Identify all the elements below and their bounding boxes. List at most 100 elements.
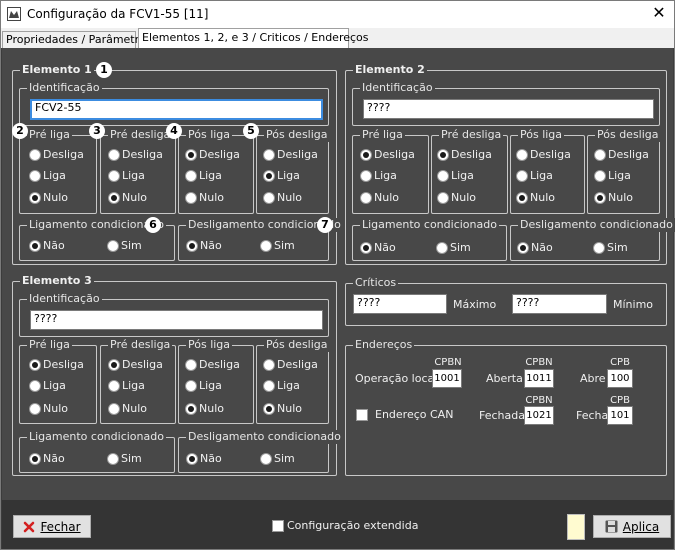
elemento1-ligamento-nao-radio[interactable]: Não (29, 239, 65, 252)
elemento3-pos-desliga-liga-radio[interactable]: Liga (263, 379, 300, 392)
pos-desliga-label: Pós desliga (264, 128, 330, 142)
elemento2-pre-liga-liga-radio[interactable]: Liga (360, 169, 397, 182)
elemento2-identificacao-label: Identificação (360, 81, 435, 95)
elemento3-pos-liga-liga-radio[interactable]: Liga (185, 379, 222, 392)
title-bar: Configuração da FCV1-55 [11] ✕ (1, 1, 674, 28)
pre-desliga-label: Pré desliga (108, 338, 173, 352)
elemento2-pos-desliga-nulo-radio[interactable]: Nulo (594, 191, 633, 204)
elemento1-pre-liga-desliga-radio[interactable]: Desliga (29, 148, 84, 161)
dialog-window: Configuração da FCV1-55 [11] ✕ Proprieda… (0, 0, 675, 550)
enderecos-title: Endereços (353, 338, 415, 352)
criticos-maximo-label: Máximo (453, 298, 497, 311)
elemento3-pre-liga-liga-radio[interactable]: Liga (29, 379, 66, 392)
aberta-input[interactable]: 1011 (524, 369, 554, 388)
elemento3-identificacao-input[interactable]: ???? (30, 310, 323, 330)
elemento3-pre-desliga-nulo-radio[interactable]: Nulo (108, 402, 147, 415)
elemento3-pre-desliga-desliga-radio[interactable]: Desliga (108, 358, 163, 371)
elemento1-pos-desliga-liga-radio[interactable]: Liga (263, 169, 300, 182)
elemento1-identificacao-input[interactable]: FCV2-55 (30, 99, 323, 120)
badge-2: 2 (12, 123, 28, 139)
tab-propriedades[interactable]: Propriedades / Parâmetros (2, 31, 151, 49)
configuracao-extendida-box[interactable] (272, 519, 284, 532)
aplica-button[interactable]: Aplica (593, 515, 671, 538)
pos-desliga-label: Pós desliga (595, 128, 661, 142)
operacao-local-input[interactable]: 1001 (432, 369, 462, 388)
elemento2-identificacao-input[interactable]: ???? (363, 99, 654, 119)
elemento1-pre-liga-nulo-radio[interactable]: Nulo (29, 191, 68, 204)
fechada-input[interactable]: 1021 (524, 406, 554, 425)
elemento2-ligamento-sim-radio[interactable]: Sim (436, 241, 471, 254)
save-icon (605, 520, 618, 533)
criticos-maximo-input[interactable]: ???? (353, 294, 447, 314)
pre-desliga-label: Pré desliga (108, 128, 173, 142)
elemento3-ligamento-sim-radio[interactable]: Sim (107, 452, 142, 465)
configuracao-extendida-checkbox[interactable]: Configuração extendida (272, 519, 418, 532)
endereco-can-box[interactable] (356, 408, 368, 421)
elemento1-identificacao-label: Identificação (27, 81, 102, 95)
tab-elementos[interactable]: Elementos 1, 2, e 3 / Criticos / Endereç… (138, 28, 369, 48)
elemento2-pos-liga-desliga-radio[interactable]: Desliga (516, 148, 571, 161)
elemento3-pos-liga-desliga-radio[interactable]: Desliga (185, 358, 240, 371)
endereco-can-checkbox[interactable]: Endereço CAN (356, 408, 453, 421)
elemento2-pos-liga-nulo-radio[interactable]: Nulo (516, 191, 555, 204)
elemento1-pre-desliga-nulo-radio[interactable]: Nulo (108, 191, 147, 204)
desligamento-label: Desligamento condicionado (186, 430, 343, 444)
elemento2-pos-desliga-liga-radio[interactable]: Liga (594, 169, 631, 182)
elemento1-desligamento-sim-radio[interactable]: Sim (260, 239, 295, 252)
elemento2-pre-desliga-nulo-radio[interactable]: Nulo (437, 191, 476, 204)
elemento3-pre-desliga-liga-radio[interactable]: Liga (108, 379, 145, 392)
elemento1-pre-desliga-desliga-radio[interactable]: Desliga (108, 148, 163, 161)
pos-desliga-label: Pós desliga (264, 338, 330, 352)
elemento1-pre-liga-liga-radio[interactable]: Liga (29, 169, 66, 182)
elemento1-pre-desliga-liga-radio[interactable]: Liga (108, 169, 145, 182)
ligamento-label: Ligamento condicionado (27, 430, 166, 444)
elemento1-ligamento-sim-radio[interactable]: Sim (107, 239, 142, 252)
badge-6: 6 (145, 217, 161, 233)
elemento2-desligamento-sim-radio[interactable]: Sim (593, 241, 628, 254)
elemento2-pre-liga-nulo-radio[interactable]: Nulo (360, 191, 399, 204)
operacao-local-tag: CPBN (434, 357, 462, 368)
elemento3-pos-desliga-nulo-radio[interactable]: Nulo (263, 402, 302, 415)
fechar-button[interactable]: Fechar (13, 515, 91, 538)
elemento3-identificacao-label: Identificação (27, 292, 102, 306)
elemento1-pos-liga-liga-radio[interactable]: Liga (185, 169, 222, 182)
criticos-minimo-input[interactable]: ???? (512, 294, 607, 314)
elemento2-pos-desliga-desliga-radio[interactable]: Desliga (594, 148, 649, 161)
elemento1-desligamento-nao-radio[interactable]: Não (186, 239, 222, 252)
elemento2-desligamento-nao-radio[interactable]: Não (517, 241, 553, 254)
fecha-tag: CPB (610, 395, 630, 406)
abre-tag: CPB (610, 357, 630, 368)
elemento3-desligamento-nao-radio[interactable]: Não (186, 452, 222, 465)
badge-1: 1 (96, 62, 112, 78)
app-icon (7, 7, 21, 21)
pos-liga-label: Pós liga (186, 128, 233, 142)
elemento2-ligamento-nao-radio[interactable]: Não (360, 241, 396, 254)
elemento2-title: Elemento 2 (353, 63, 427, 77)
fecha-input[interactable]: 101 (607, 406, 633, 425)
elemento3-pos-liga-nulo-radio[interactable]: Nulo (185, 402, 224, 415)
elemento1-pos-desliga-desliga-radio[interactable]: Desliga (263, 148, 318, 161)
elemento2-pre-desliga-desliga-radio[interactable]: Desliga (437, 148, 492, 161)
abre-input[interactable]: 100 (607, 369, 633, 388)
badge-5: 5 (243, 123, 259, 139)
abre-label: Abre (580, 372, 606, 385)
pos-liga-label: Pós liga (518, 128, 565, 142)
fechada-tag: CPBN (525, 395, 553, 406)
elemento3-ligamento-nao-radio[interactable]: Não (29, 452, 65, 465)
elemento2-pre-liga-desliga-radio[interactable]: Desliga (360, 148, 415, 161)
badge-3: 3 (89, 123, 105, 139)
badge-4: 4 (166, 123, 182, 139)
elemento1-pos-desliga-nulo-radio[interactable]: Nulo (263, 191, 302, 204)
elemento2-pos-liga-liga-radio[interactable]: Liga (516, 169, 553, 182)
close-icon[interactable]: ✕ (650, 4, 668, 22)
elemento3-pre-liga-desliga-radio[interactable]: Desliga (29, 358, 84, 371)
elemento1-pos-liga-nulo-radio[interactable]: Nulo (185, 191, 224, 204)
elemento2-pre-desliga-liga-radio[interactable]: Liga (437, 169, 474, 182)
color-swatch[interactable] (567, 514, 585, 540)
elemento1-pos-liga-desliga-radio[interactable]: Desliga (185, 148, 240, 161)
fecha-label: Fecha (576, 409, 609, 422)
pre-desliga-label: Pré desliga (439, 128, 504, 142)
elemento3-pos-desliga-desliga-radio[interactable]: Desliga (263, 358, 318, 371)
elemento3-desligamento-sim-radio[interactable]: Sim (260, 452, 295, 465)
elemento3-pre-liga-nulo-radio[interactable]: Nulo (29, 402, 68, 415)
